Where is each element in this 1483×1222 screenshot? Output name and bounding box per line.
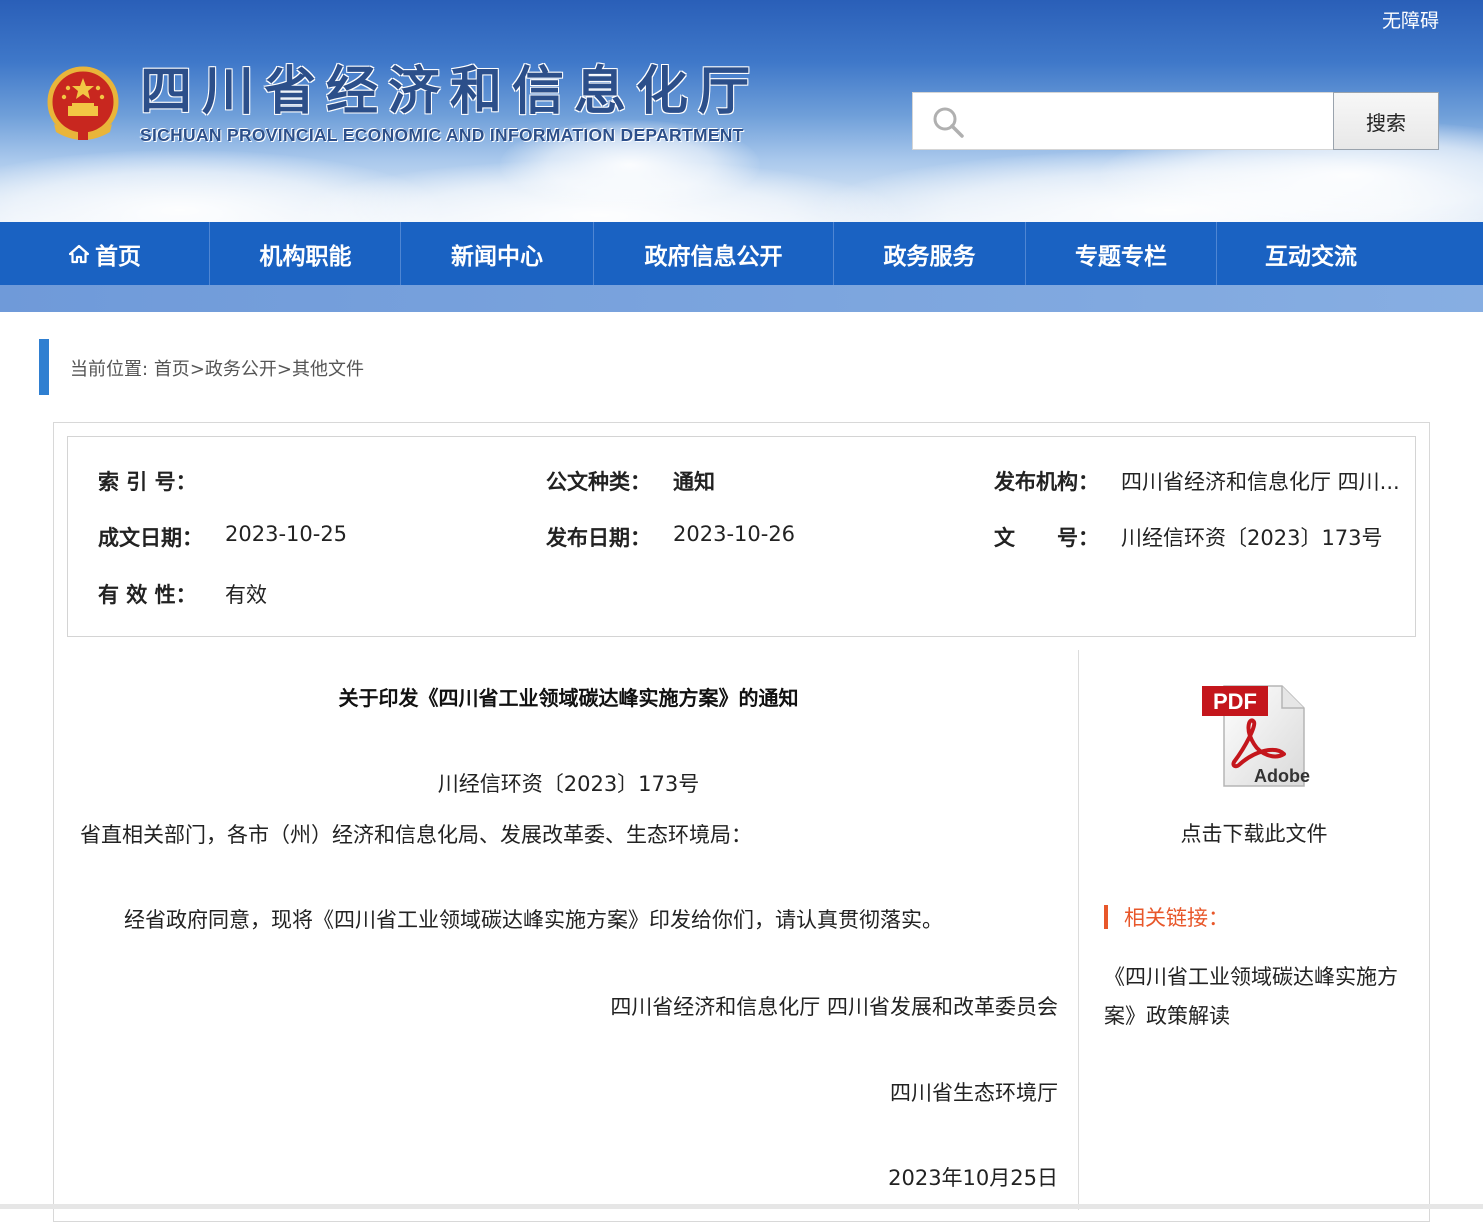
breadcrumb-separator: > <box>276 359 292 380</box>
column-divider <box>1078 650 1079 1210</box>
breadcrumb-gov-affairs[interactable]: 政务公开 <box>205 359 277 380</box>
adobe-label: Adobe <box>1254 766 1310 786</box>
doc-number-value: 川经信环资〔2023〕173号 <box>1121 526 1383 550</box>
published-date-value: 2023-10-26 <box>673 522 796 546</box>
nav-item-home[interactable]: 首页 <box>0 222 210 285</box>
main-nav: 首页 机构职能 新闻中心 政府信息公开 政务服务 专题专栏 互动交流 <box>0 222 1483 285</box>
pdf-icon-label: PDF <box>1213 689 1257 714</box>
doc-type-label: 公文种类： <box>546 470 651 494</box>
accessibility-link[interactable]: 无障碍 <box>1382 6 1439 33</box>
search-box <box>912 92 1334 150</box>
document-number: 川经信环资〔2023〕173号 <box>437 772 700 796</box>
site-title: 四川省经济和信息化厅 <box>140 62 761 122</box>
document-title: 关于印发《四川省工业领域碳达峰实施方案》的通知 <box>338 686 799 710</box>
pdf-adobe-icon[interactable]: PDF Adobe <box>1198 680 1310 792</box>
home-icon <box>69 244 89 263</box>
validity-label: 有 效 性： <box>98 583 197 607</box>
breadcrumb-accent <box>39 339 49 395</box>
nav-item-organization[interactable]: 机构职能 <box>210 222 401 285</box>
document-date: 2023年10月25日 <box>888 1166 1058 1190</box>
created-date-value: 2023-10-25 <box>225 522 348 546</box>
validity-value: 有效 <box>225 583 267 607</box>
search-icon <box>933 107 964 138</box>
download-file-link[interactable]: 点击下载此文件 <box>1079 818 1429 848</box>
nav-item-gov-info[interactable]: 政府信息公开 <box>594 222 833 285</box>
publisher-value: 四川省经济和信息化厅 四川... <box>1121 470 1400 494</box>
index-label: 索 引 号： <box>98 470 197 494</box>
search-input[interactable] <box>973 101 1323 141</box>
site-title-english: SICHUAN PROVINCIAL ECONOMIC AND INFORMAT… <box>140 125 744 145</box>
related-links-accent <box>1104 905 1108 929</box>
breadcrumb-other-files[interactable]: 其他文件 <box>292 359 364 380</box>
document-issuer: 四川省经济和信息化厅 四川省发展和改革委员会 <box>610 995 1058 1019</box>
nav-item-label: 首页 <box>95 243 141 270</box>
search-button[interactable]: 搜索 <box>1333 92 1439 150</box>
breadcrumb-separator: > <box>189 359 205 380</box>
related-links-title: 相关链接： <box>1124 906 1229 930</box>
nav-item-news[interactable]: 新闻中心 <box>401 222 593 285</box>
page-bottom-border <box>0 1204 1483 1209</box>
header-banner: 无障碍 四川省经济和信息化厅 SICHUAN PROVINCIAL ECONOM… <box>0 0 1483 222</box>
breadcrumb: 当前位置: 首页>政务公开>其他文件 <box>70 355 364 381</box>
nav-item-interaction[interactable]: 互动交流 <box>1217 222 1405 285</box>
doc-number-label: 文 号： <box>994 526 1099 550</box>
related-link-policy-interpretation[interactable]: 《四川省工业领域碳达峰实施方案》政策解读 <box>1104 958 1404 1036</box>
document-issuer: 四川省生态环境厅 <box>890 1081 1058 1105</box>
nav-subbar <box>0 285 1483 312</box>
doc-type-value: 通知 <box>673 470 715 494</box>
publisher-label: 发布机构： <box>994 470 1099 494</box>
nav-item-services[interactable]: 政务服务 <box>834 222 1025 285</box>
document-recipients: 省直相关部门，各市（州）经济和信息化局、发展改革委、生态环境局： <box>80 823 752 847</box>
created-date-label: 成文日期： <box>98 526 203 550</box>
nav-item-topics[interactable]: 专题专栏 <box>1026 222 1216 285</box>
breadcrumb-home[interactable]: 首页 <box>154 359 190 380</box>
national-emblem-icon <box>47 66 119 140</box>
document-body: 经省政府同意，现将《四川省工业领域碳达峰实施方案》印发给你们，请认真贯彻落实。 <box>124 908 943 932</box>
published-date-label: 发布日期： <box>546 526 651 550</box>
breadcrumb-prefix: 当前位置: <box>70 359 149 380</box>
